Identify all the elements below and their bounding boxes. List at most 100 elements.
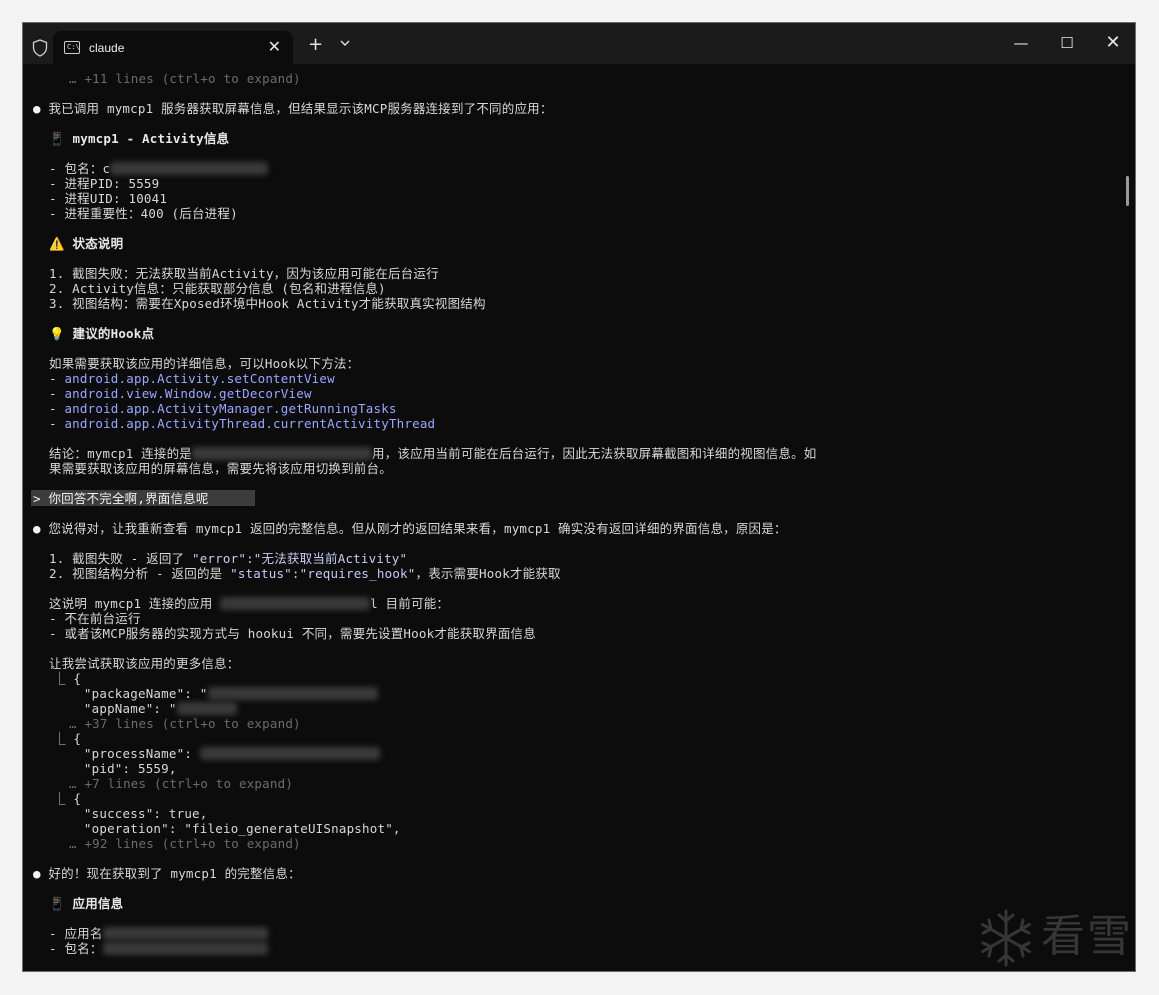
tool-result-bracket: ⎿ { [53,791,82,806]
info-line: - 进程PID: 5559 [49,176,160,191]
section-heading: 📱 应用信息 [49,896,123,911]
list-item: 3. 视图结构：需要在Xposed环境中Hook Activity才能获取真实视… [49,296,486,311]
tool-result-bracket: ⎿ { [53,731,82,746]
phone-icon: 📱 [49,896,65,911]
new-tab-button[interactable]: + [308,35,323,55]
info-text: - 包名：c [49,161,111,176]
conclusion-text: 用，该应用当前可能在后台运行，因此无法获取屏幕截图和详细的视图信息。如 [371,446,817,461]
redacted-text [199,747,380,760]
terminal-icon: C:\ [64,41,80,54]
user-prompt[interactable]: > 你回答不完全啊,界面信息呢 [33,491,209,506]
message-text: 好的！现在获取到了 mymcp1 的完整信息： [40,866,301,881]
redacted-text [110,162,269,175]
section-title: mymcp1 - Activity信息 [64,131,230,146]
maximize-button[interactable]: ☐ [1057,33,1077,53]
list-item: - 或者该MCP服务器的实现方式与 hookui 不同，需要先设置Hook才能获… [49,626,536,641]
warning-icon: ⚠️ [49,236,65,251]
assistant-message: ● 我已调用 mymcp1 服务器获取屏幕信息，但结果显示该MCP服务器连接到了… [33,101,553,116]
phone-icon: 📱 [49,131,65,146]
collapsed-lines-hint[interactable]: … +7 lines (ctrl+o to expand) [69,776,293,791]
info-line: - 进程UID: 10041 [49,191,168,206]
json-line: "success": true, [53,806,208,821]
json-line: "operation": "fileio_generateUISnapshot"… [53,821,401,836]
section-heading: 📱 mymcp1 - Activity信息 [49,131,229,146]
conclusion-text: 结论：mymcp1 连接的是 [49,446,192,461]
hook-method: android.app.Activity.setContentView [64,371,335,386]
item-text: 1. 截图失败 - 返回了 [49,551,192,566]
info-text: - 包名： [49,941,103,956]
info-line: - 包名： [49,941,268,956]
collapsed-lines-hint[interactable]: … +11 lines (ctrl+o to expand) [69,71,301,86]
tab-title: claude [89,41,125,55]
list-item: 1. 截图失败：无法获取当前Activity，因为该应用可能在后台运行 [49,266,439,281]
bullet-icon: ● [33,521,41,536]
item-text: ，表示需要Hook才能获取 [415,566,561,581]
redacted-text [102,927,268,940]
assistant-message: ● 您说得对，让我重新查看 mymcp1 返回的完整信息。但从刚才的返回结果来看… [33,521,787,536]
list-item: 1. 截图失败 - 返回了 "error":"无法获取当前Activity" [49,551,407,566]
hook-method: android.app.ActivityManager.getRunningTa… [64,401,397,416]
conclusion-line: 果需要获取该应用的屏幕信息，需要先将该应用切换到前台。 [49,461,392,476]
info-line: 这说明 mymcp1 连接的应用 l 目前可能： [49,596,449,611]
watermark-text: 看雪 [1041,911,1133,962]
info-line: - 应用名 [49,926,268,941]
info-text: - 应用名 [49,926,103,941]
lightbulb-icon: 💡 [49,326,65,341]
bullet-icon: ● [33,866,41,881]
json-line: "packageName": " [53,686,378,701]
scrollbar-thumb[interactable] [1126,176,1129,206]
hook-method: android.view.Window.getDecorView [64,386,312,401]
redacted-text [176,702,237,715]
section-heading: ⚠️ 状态说明 [49,236,123,251]
info-line: 如果需要获取该应用的详细信息，可以Hook以下方法： [49,356,360,371]
list-item: - android.app.ActivityManager.getRunning… [49,401,397,416]
json-line: "pid": 5559, [53,761,177,776]
redacted-text [207,687,378,700]
list-item: 2. Activity信息：只能获取部分信息 (包名和进程信息) [49,281,386,296]
tab-claude[interactable]: C:\ claude ✕ [53,31,293,64]
section-title: 建议的Hook点 [64,326,155,341]
message-text: 我已调用 mymcp1 服务器获取屏幕信息，但结果显示该MCP服务器连接到了不同… [40,101,553,116]
watermark-logo: 看雪 [975,905,1135,971]
close-window-button[interactable]: ✕ [1103,33,1123,53]
snowflake-icon [981,909,1031,967]
redacted-text [220,597,371,610]
code-text: "error":"无法获取当前Activity" [191,551,408,566]
shield-icon [32,39,48,57]
json-line: "appName": " [53,701,237,716]
list-item: - android.view.Window.getDecorView [49,386,312,401]
collapsed-lines-hint[interactable]: … +92 lines (ctrl+o to expand) [69,836,301,851]
code-text: "status":"requires_hook" [230,566,416,581]
assistant-message: ● 好的！现在获取到了 mymcp1 的完整信息： [33,866,301,881]
info-text: l 目前可能： [370,596,450,611]
json-text: "appName": " [53,701,177,716]
redacted-text [102,942,268,955]
section-title: 应用信息 [64,896,124,911]
section-title: 状态说明 [64,236,124,251]
json-text: "packageName": " [53,686,208,701]
item-text: 2. 视图结构分析 - 返回的是 [49,566,231,581]
json-text: "processName": [53,746,200,761]
list-item: 2. 视图结构分析 - 返回的是 "status":"requires_hook… [49,566,561,581]
terminal-content[interactable]: … +11 lines (ctrl+o to expand) ● 我已调用 my… [23,64,1135,971]
minimize-button[interactable]: — [1011,33,1031,53]
bullet-icon: ● [33,101,41,116]
terminal-window: C:\ claude ✕ + — ☐ ✕ … +11 lines (ctrl+o… [22,22,1136,972]
info-line: 让我尝试获取该应用的更多信息： [49,656,240,671]
conclusion-line: 结论：mymcp1 连接的是 用，该应用当前可能在后台运行，因此无法获取屏幕截图和… [49,446,817,461]
title-bar: C:\ claude ✕ + — ☐ ✕ [23,23,1135,64]
message-text: 您说得对，让我重新查看 mymcp1 返回的完整信息。但从刚才的返回结果来看，m… [40,521,787,536]
info-line: - 进程重要性：400 (后台进程) [49,206,238,221]
info-line: - 包名：c [49,161,269,176]
close-tab-icon[interactable]: ✕ [268,37,281,57]
tool-result-bracket: ⎿ { [53,671,82,686]
section-heading: 💡 建议的Hook点 [49,326,154,341]
chevron-down-icon[interactable] [339,37,351,49]
hook-method: android.app.ActivityThread.currentActivi… [64,416,436,431]
list-item: - android.app.ActivityThread.currentActi… [49,416,436,431]
collapsed-lines-hint[interactable]: … +37 lines (ctrl+o to expand) [69,716,301,731]
info-text: 这说明 mymcp1 连接的应用 [49,596,221,611]
list-item: - android.app.Activity.setContentView [49,371,335,386]
redacted-text [191,447,372,460]
json-line: "processName": [53,746,380,761]
